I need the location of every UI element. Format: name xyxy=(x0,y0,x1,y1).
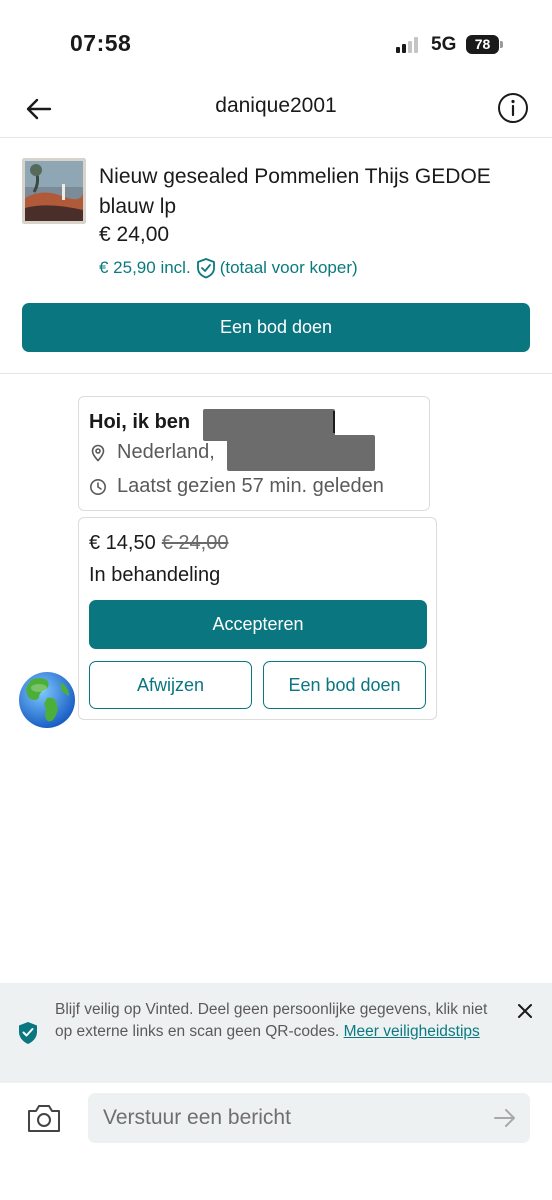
safety-banner: Blijf veilig op Vinted. Deel geen persoo… xyxy=(0,983,552,1083)
clock-icon xyxy=(90,478,106,495)
shield-check-icon xyxy=(19,1022,37,1044)
item-title[interactable]: Nieuw gesealed Pommelien Thijs GEDOE bla… xyxy=(99,162,539,222)
send-arrow-icon[interactable] xyxy=(492,1107,518,1129)
buyer-total-note: (totaal voor koper) xyxy=(219,258,358,277)
redacted-location xyxy=(227,435,375,471)
status-bar: 07:58 5G 78 xyxy=(0,0,552,80)
shield-check-icon xyxy=(196,258,215,279)
status-time: 07:58 xyxy=(70,30,132,56)
last-seen-text: Laatst gezien 57 min. geleden xyxy=(117,475,384,497)
close-icon[interactable] xyxy=(514,1000,536,1022)
accept-offer-button[interactable]: Accepteren xyxy=(89,600,427,649)
battery-icon: 78 xyxy=(466,35,499,54)
offer-price-row: € 14,50 € 24,00 xyxy=(89,532,228,555)
buyer-total-price[interactable]: € 25,90 incl. (totaal voor koper) xyxy=(99,257,358,279)
offer-card: € 14,50 € 24,00 In behandeling Acceptere… xyxy=(78,517,437,720)
item-thumbnail[interactable] xyxy=(22,158,86,224)
item-price: € 24,00 xyxy=(99,223,170,246)
battery-tip xyxy=(500,41,503,48)
offer-status: In behandeling xyxy=(89,564,221,586)
globe-avatar-icon[interactable] xyxy=(17,670,77,730)
redacted-name-end xyxy=(333,411,335,433)
safety-tips-link[interactable]: Meer veiligheidstips xyxy=(344,1023,480,1040)
seller-intro-card: Hoi, ik ben Nederland, Laatst gezien 57 … xyxy=(78,396,430,511)
location-text: Nederland, xyxy=(117,441,215,463)
info-icon[interactable] xyxy=(496,91,530,125)
counter-offer-button[interactable]: Een bod doen xyxy=(263,661,426,709)
offer-price: € 14,50 xyxy=(89,532,156,554)
item-summary: Nieuw gesealed Pommelien Thijs GEDOE bla… xyxy=(0,138,552,374)
intro-greeting: Hoi, ik ben xyxy=(89,411,191,433)
message-composer xyxy=(0,1083,552,1200)
location-pin-icon xyxy=(91,444,105,462)
message-input[interactable] xyxy=(88,1093,530,1143)
decline-offer-button[interactable]: Afwijzen xyxy=(89,661,252,709)
chat-header: danique2001 xyxy=(0,80,552,138)
make-offer-button[interactable]: Een bod doen xyxy=(22,303,530,352)
price-incl: € 25,90 incl. xyxy=(99,258,191,277)
conversation-username: danique2001 xyxy=(215,94,337,117)
last-seen-row: Laatst gezien 57 min. geleden xyxy=(89,475,384,498)
safety-text: Blijf veilig op Vinted. Deel geen persoo… xyxy=(55,999,507,1043)
location-row: Nederland, xyxy=(89,441,215,464)
camera-icon[interactable] xyxy=(26,1102,62,1134)
network-type: 5G xyxy=(431,34,457,55)
signal-icon xyxy=(396,37,422,53)
original-price: € 24,00 xyxy=(161,532,229,554)
